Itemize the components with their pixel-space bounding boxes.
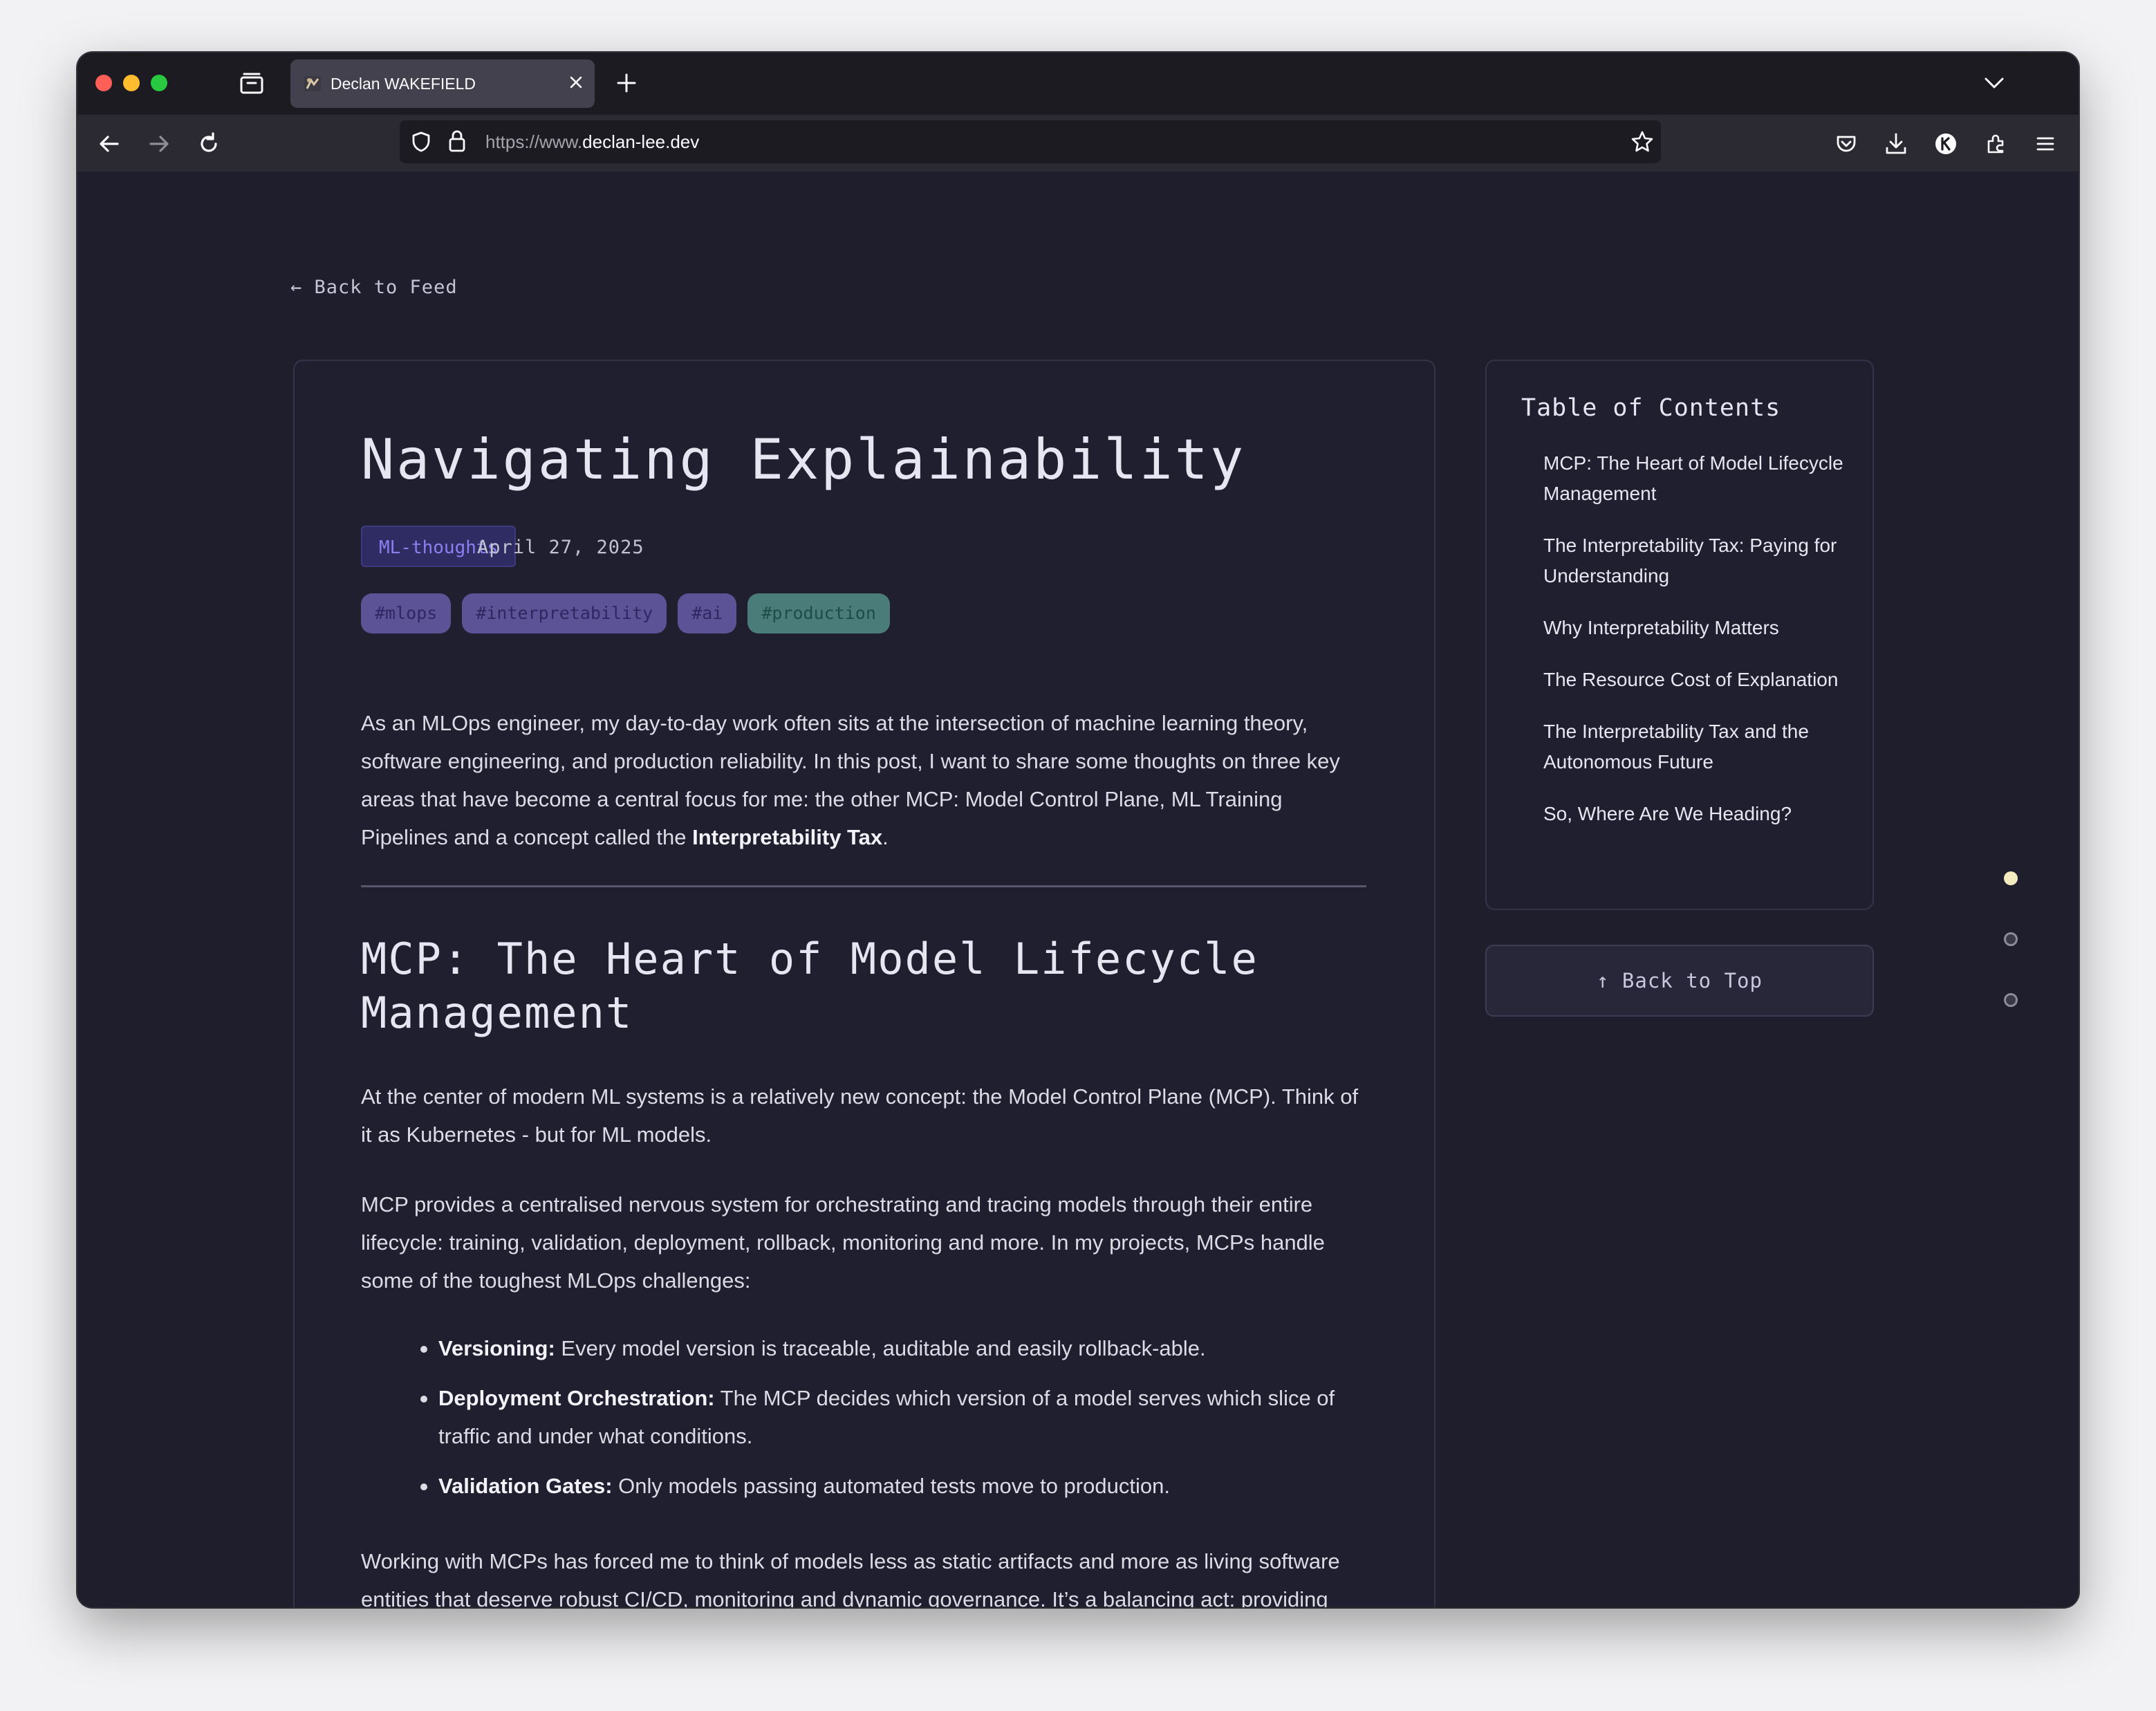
section-nav-dot[interactable] [2004, 993, 2018, 1007]
toc-item-mcp[interactable]: MCP: The Heart of Model Lifecycle Manage… [1543, 448, 1848, 509]
section-nav-dot-active[interactable] [2004, 871, 2018, 885]
tab-overview-icon[interactable] [238, 71, 266, 95]
toc-item-resource-cost[interactable]: The Resource Cost of Explanation [1543, 665, 1848, 695]
publish-date: April 27, 2025 [477, 537, 644, 558]
url-bar[interactable]: https://www.declan-lee.dev [400, 120, 1661, 163]
toc-title: Table of Contents [1521, 394, 1781, 422]
browser-window: Declan WAKEFIELD https://www.declan-lee.… [77, 53, 2079, 1607]
list-item: Versioning: Every model version is trace… [361, 1329, 1370, 1367]
site-favicon-icon [303, 75, 322, 93]
list-item: Deployment Orchestration: The MCP decide… [361, 1379, 1370, 1455]
intro-paragraph: As an MLOps engineer, my day-to-day work… [361, 711, 1340, 849]
minimize-window-button[interactable] [123, 75, 140, 91]
toc-item-autonomous-future[interactable]: The Interpretability Tax and the Autonom… [1543, 716, 1848, 777]
tag-mlops[interactable]: #mlops [361, 593, 452, 633]
lock-icon[interactable] [447, 129, 467, 154]
pocket-icon[interactable] [1834, 131, 1859, 156]
section-nav-dot[interactable] [2004, 932, 2018, 946]
mcp-paragraph-2: MCP provides a centralised nervous syste… [361, 1192, 1325, 1293]
menu-icon[interactable] [2033, 131, 2058, 156]
bookmark-star-icon[interactable] [1630, 130, 1654, 154]
tab-title: Declan WAKEFIELD [331, 75, 476, 93]
back-arrow-icon[interactable] [97, 131, 122, 156]
mcp-challenges-list: Versioning: Every model version is trace… [361, 1329, 1370, 1517]
reload-icon[interactable] [196, 131, 221, 156]
url-text[interactable]: https://www.declan-lee.dev [485, 131, 699, 153]
toc-list: MCP: The Heart of Model Lifecycle Manage… [1543, 448, 1848, 851]
page-viewport: ← Back to Feed Navigating Explainability… [77, 172, 2079, 1607]
article-card: Navigating Explainability ML-thoughts Ap… [293, 360, 1435, 1607]
bullet-dot [420, 1346, 427, 1353]
maximize-window-button[interactable] [151, 75, 167, 91]
new-tab-icon[interactable] [615, 72, 638, 94]
downloads-icon[interactable] [1884, 131, 1908, 156]
mcp-paragraph-1: At the center of modern ML systems is a … [361, 1084, 1359, 1147]
account-avatar-icon[interactable] [1933, 131, 1958, 156]
tab-bar: Declan WAKEFIELD [77, 53, 2079, 115]
forward-arrow-icon[interactable] [147, 131, 171, 156]
back-to-feed-link[interactable]: ← Back to Feed [290, 277, 458, 298]
bullet-dot [420, 1396, 427, 1403]
list-item: Validation Gates: Only models passing au… [361, 1467, 1370, 1505]
toc-item-where-heading[interactable]: So, Where Are We Heading? [1543, 799, 1848, 829]
toc-item-why-interpretability[interactable]: Why Interpretability Matters [1543, 613, 1848, 643]
shield-icon[interactable] [409, 130, 433, 154]
article-title: Navigating Explainability [361, 427, 1246, 492]
tag-list: #mlops #interpretability #ai #production [361, 593, 890, 633]
mcp-paragraph-3: Working with MCPs has forced me to think… [361, 1549, 1340, 1607]
chevron-down-icon[interactable] [1983, 73, 2005, 93]
back-to-top-button[interactable]: ↑ Back to Top [1485, 945, 1874, 1017]
extensions-icon[interactable] [1983, 131, 2008, 156]
browser-tab-active[interactable]: Declan WAKEFIELD [290, 59, 595, 108]
section-divider [361, 885, 1366, 887]
tag-production[interactable]: #production [747, 593, 890, 633]
toc-item-interpretability-tax[interactable]: The Interpretability Tax: Paying for Und… [1543, 530, 1848, 591]
close-tab-icon[interactable] [567, 73, 585, 91]
tag-ai[interactable]: #ai [678, 593, 737, 633]
close-window-button[interactable] [95, 75, 112, 91]
bullet-dot [420, 1483, 427, 1490]
table-of-contents: Table of Contents MCP: The Heart of Mode… [1485, 360, 1874, 910]
tag-interpretability[interactable]: #interpretability [462, 593, 667, 633]
section-heading-mcp: MCP: The Heart of Model Lifecycle Manage… [361, 934, 1258, 1038]
navigation-toolbar: https://www.declan-lee.dev [77, 115, 2079, 172]
